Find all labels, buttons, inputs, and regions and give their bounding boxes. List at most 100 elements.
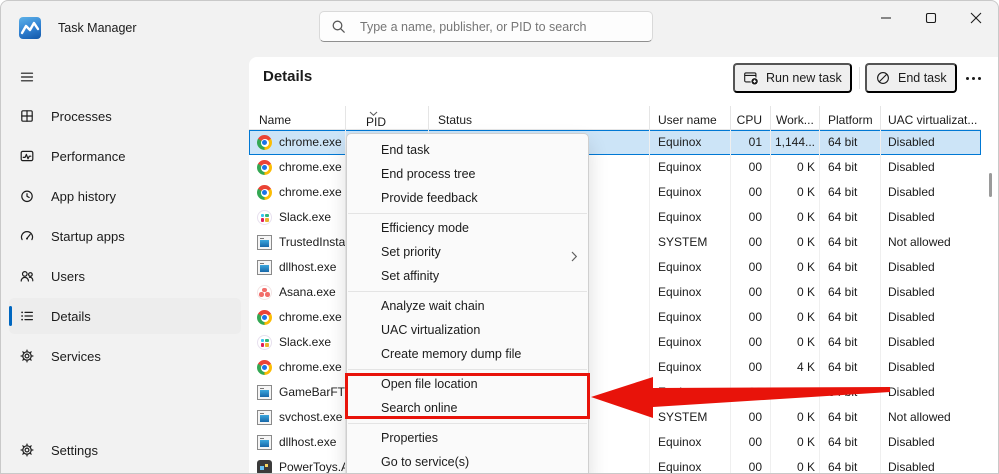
menu-item-search-online[interactable]: Search online	[347, 396, 588, 420]
cpu-cell: 00	[731, 430, 771, 455]
menu-item-efficiency-mode[interactable]: Efficiency mode	[347, 216, 588, 240]
column-header-name[interactable]: Name	[249, 106, 346, 130]
process-name: chrome.exe	[279, 130, 342, 155]
column-header-label: Platform	[828, 113, 873, 127]
column-header-cpu[interactable]: CPU	[731, 106, 771, 130]
process-name-cell: Slack.exe	[249, 205, 346, 230]
end-task-button[interactable]: End task	[865, 63, 957, 93]
sidebar-item-label: Users	[51, 269, 85, 284]
column-header-pid[interactable]: PID	[346, 106, 429, 130]
end-task-label: End task	[898, 71, 947, 85]
close-button[interactable]	[961, 5, 991, 31]
sidebar-item-processes[interactable]: Processes	[9, 98, 241, 134]
menu-item-label: Analyze wait chain	[381, 299, 485, 313]
process-name: TrustedInstall	[279, 230, 346, 255]
user-name-cell: Equinox	[650, 330, 731, 355]
menu-item-uac-virtualization[interactable]: UAC virtualization	[347, 318, 588, 342]
process-name-cell: Asana.exe	[249, 280, 346, 305]
processes-icon	[19, 108, 35, 124]
process-name: Slack.exe	[279, 205, 331, 230]
menu-item-analyze-wait-chain[interactable]: Analyze wait chain	[347, 294, 588, 318]
column-header-uac[interactable]: UAC virtualizat...	[881, 106, 981, 130]
minimize-button[interactable]	[871, 5, 901, 31]
user-name-cell: Equinox	[650, 180, 731, 205]
run-new-task-button[interactable]: Run new task	[733, 63, 852, 93]
sidebar-item-settings[interactable]: Settings	[9, 432, 241, 468]
uac-cell: Disabled	[881, 155, 981, 180]
menu-separator	[348, 423, 587, 424]
menu-item-create-memory-dump-file[interactable]: Create memory dump file	[347, 342, 588, 366]
menu-item-open-file-location[interactable]: Open file location	[347, 372, 588, 396]
sidebar-item-services[interactable]: Services	[9, 338, 241, 374]
search-input[interactable]	[360, 13, 645, 40]
column-header-work[interactable]: Work...	[771, 106, 820, 130]
more-options-button[interactable]	[955, 65, 991, 91]
process-name: dllhost.exe	[279, 430, 336, 455]
table-header: NamePIDStatus User name CPU Work... Platform…	[249, 106, 981, 130]
column-header-label: User name	[658, 113, 717, 127]
process-name: Slack.exe	[279, 330, 331, 355]
working-set-cell: 0 K	[771, 305, 820, 330]
working-set-cell: 1,144...	[771, 130, 820, 155]
user-name-cell: SYSTEM	[650, 405, 731, 430]
menu-item-label: Search online	[381, 401, 457, 415]
process-name-cell: chrome.exe	[249, 130, 346, 155]
menu-item-label: Properties	[381, 431, 438, 445]
column-header-label: UAC virtualizat...	[888, 113, 977, 127]
menu-item-go-to-service-s[interactable]: Go to service(s)	[347, 450, 588, 474]
column-header-label: CPU	[737, 113, 762, 127]
menu-item-label: Go to service(s)	[381, 455, 469, 469]
minimize-icon	[876, 8, 896, 28]
menu-item-end-process-tree[interactable]: End process tree	[347, 162, 588, 186]
process-name: chrome.exe	[279, 180, 342, 205]
sidebar-item-startup-apps[interactable]: Startup apps	[9, 218, 241, 254]
user-name-cell: SYSTEM	[650, 230, 731, 255]
vertical-scrollbar-thumb[interactable]	[989, 173, 992, 197]
menu-item-label: End process tree	[381, 167, 476, 181]
users-icon	[19, 268, 35, 284]
menu-item-label: Set priority	[381, 245, 441, 259]
menu-item-set-affinity[interactable]: Set affinity	[347, 264, 588, 288]
uac-cell: Disabled	[881, 205, 981, 230]
end-task-icon	[875, 70, 891, 86]
process-name-cell: TrustedInstall	[249, 230, 346, 255]
uac-cell: Disabled	[881, 180, 981, 205]
menu-item-properties[interactable]: Properties	[347, 426, 588, 450]
uac-cell: Disabled	[881, 355, 981, 380]
sidebar-item-app-history[interactable]: App history	[9, 178, 241, 214]
menu-item-label: Set affinity	[381, 269, 439, 283]
column-header-status[interactable]: Status	[429, 106, 650, 130]
process-name: PowerToys.A	[279, 455, 346, 474]
services-icon	[19, 348, 35, 364]
sidebar-item-users[interactable]: Users	[9, 258, 241, 294]
process-name: chrome.exe	[279, 305, 342, 330]
working-set-cell: 0 K	[771, 255, 820, 280]
uac-cell: Disabled	[881, 280, 981, 305]
sidebar-item-details[interactable]: Details	[9, 298, 241, 334]
cpu-cell: 00	[731, 280, 771, 305]
maximize-icon	[921, 8, 941, 28]
user-name-cell: Equinox	[650, 255, 731, 280]
sidebar-item-performance[interactable]: Performance	[9, 138, 241, 174]
uac-cell: Disabled	[881, 305, 981, 330]
app-history-icon	[19, 188, 35, 204]
navigation-menu-button[interactable]	[13, 63, 41, 91]
menu-item-set-priority[interactable]: Set priority	[347, 240, 588, 264]
uac-cell: Disabled	[881, 330, 981, 355]
menu-item-end-task[interactable]: End task	[347, 138, 588, 162]
sidebar-item-label: Details	[51, 309, 91, 324]
maximize-button[interactable]	[916, 5, 946, 31]
working-set-cell: 0 K	[771, 430, 820, 455]
working-set-cell: 0 K	[771, 280, 820, 305]
sidebar-item-label: Services	[51, 349, 101, 364]
uac-cell: Disabled	[881, 255, 981, 280]
process-name-cell: chrome.exe	[249, 180, 346, 205]
menu-item-provide-feedback[interactable]: Provide feedback	[347, 186, 588, 210]
column-header-user[interactable]: User name	[650, 106, 731, 130]
column-header-platform[interactable]: Platform	[820, 106, 881, 130]
run-new-task-label: Run new task	[766, 71, 842, 85]
menu-item-label: End task	[381, 143, 430, 157]
uac-cell: Disabled	[881, 130, 981, 155]
process-name-cell: dllhost.exe	[249, 430, 346, 455]
cpu-cell: 00	[731, 230, 771, 255]
